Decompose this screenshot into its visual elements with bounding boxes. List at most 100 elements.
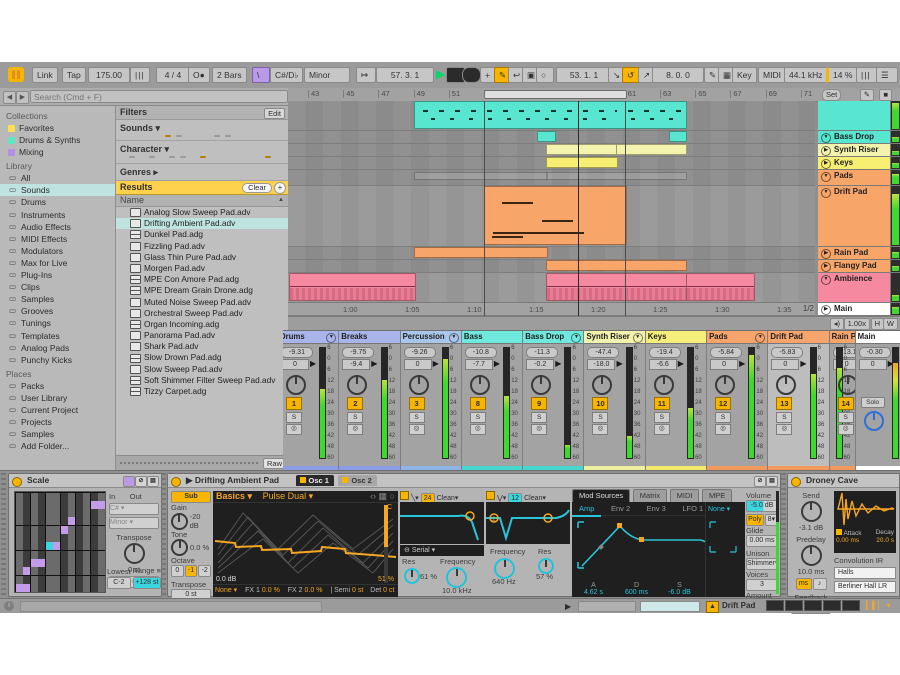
quantize-menu[interactable]: 2 Bars bbox=[212, 67, 247, 83]
scale-grid-cell[interactable] bbox=[61, 493, 68, 501]
scale-grid-cell[interactable] bbox=[31, 542, 38, 550]
ms-toggle[interactable]: ms bbox=[796, 578, 812, 590]
wavetable-device-title[interactable]: ▶ Drifting Ambient Pad Osc 1 Osc 2 ⊘ ▤ bbox=[168, 474, 780, 488]
unfold-icon[interactable]: ▼ bbox=[821, 172, 831, 182]
solo-button[interactable]: S bbox=[409, 412, 425, 423]
transpose-knob[interactable] bbox=[124, 543, 145, 564]
mixer-track-name[interactable]: Drift Pad▼ bbox=[768, 331, 828, 344]
scale-grid-cell[interactable] bbox=[68, 551, 75, 559]
unfold-icon[interactable]: ▶ bbox=[821, 305, 831, 315]
scale-grid-cell[interactable] bbox=[83, 493, 90, 501]
filter-tag[interactable] bbox=[238, 156, 242, 158]
tab-mod-sources[interactable]: Mod Sources bbox=[572, 489, 630, 502]
scale-grid-cell[interactable] bbox=[46, 501, 53, 509]
peak-level[interactable]: -19.4 bbox=[649, 347, 681, 358]
key-map-button[interactable]: Key bbox=[732, 67, 757, 83]
scale-grid-cell[interactable] bbox=[91, 584, 98, 592]
glide-value[interactable]: 0.00 ms bbox=[746, 535, 778, 547]
track-lane[interactable] bbox=[288, 170, 815, 186]
scale-grid-cell[interactable] bbox=[68, 534, 75, 542]
speaker-icon[interactable]: ◂) bbox=[830, 318, 844, 330]
track-activator[interactable]: 8 bbox=[470, 397, 486, 410]
volume-field[interactable]: -9.4 bbox=[342, 359, 370, 370]
fx1-value[interactable]: 0.0 % bbox=[262, 587, 280, 594]
scale-grid-cell[interactable] bbox=[31, 559, 38, 567]
pan-knob[interactable] bbox=[715, 375, 735, 395]
scale-grid-cell[interactable] bbox=[98, 567, 105, 575]
sustain-value[interactable]: -6.0 dB bbox=[658, 589, 701, 596]
clip[interactable] bbox=[616, 144, 687, 155]
fader-handle[interactable]: ▶ bbox=[739, 359, 745, 368]
loop-brace[interactable] bbox=[484, 90, 627, 99]
collection-item[interactable]: Drums & Synths bbox=[0, 134, 115, 146]
zoom-scroller[interactable] bbox=[578, 601, 636, 612]
menu-icon[interactable]: ☰ bbox=[876, 67, 898, 83]
clip[interactable] bbox=[546, 260, 687, 271]
mixer-track-name[interactable]: Synth Riser▼ bbox=[584, 331, 644, 344]
scale-grid-cell[interactable] bbox=[76, 584, 83, 592]
detune-value[interactable]: 0 ct bbox=[383, 587, 394, 594]
filter2-toggle[interactable] bbox=[486, 491, 495, 500]
track-activator[interactable]: 2 bbox=[347, 397, 363, 410]
range-value[interactable]: +128 st bbox=[133, 577, 161, 589]
filter1-curve[interactable] bbox=[400, 502, 484, 544]
tab-mpe[interactable]: MPE bbox=[702, 489, 732, 502]
scale-grid-cell[interactable] bbox=[68, 493, 75, 501]
group-unfold-icon[interactable]: ▼ bbox=[633, 333, 643, 343]
track-header[interactable]: ▶Main bbox=[818, 303, 900, 316]
track-header[interactable]: ▶Keys bbox=[818, 157, 900, 170]
follow-button[interactable]: ↦ bbox=[356, 67, 376, 83]
filter-tag[interactable] bbox=[256, 156, 260, 158]
track-lane[interactable] bbox=[288, 273, 815, 303]
peak-level[interactable]: -5.83 bbox=[771, 347, 803, 358]
scale-grid-cell[interactable] bbox=[38, 559, 45, 567]
mixer-track-name[interactable]: Bass Drop▼ bbox=[523, 331, 583, 344]
scale-grid-cell[interactable] bbox=[68, 584, 75, 592]
send-value[interactable]: -3.1 dB bbox=[791, 523, 831, 532]
scale-grid-cell[interactable] bbox=[31, 526, 38, 534]
filter-tag[interactable] bbox=[176, 135, 182, 137]
filter-tag[interactable] bbox=[140, 156, 144, 158]
scale-grid-cell[interactable] bbox=[53, 501, 60, 509]
solo-button[interactable]: Solo bbox=[861, 397, 885, 408]
scale-grid-cell[interactable] bbox=[53, 509, 60, 517]
library-item[interactable]: ▭Punchy Kicks bbox=[0, 354, 115, 366]
scale-grid-cell[interactable] bbox=[46, 576, 53, 584]
mixer-track-name[interactable]: Percussion▼ bbox=[401, 331, 461, 344]
pan-knob[interactable] bbox=[776, 375, 796, 395]
filter2-res-value[interactable]: 57 % bbox=[536, 572, 553, 581]
scale-grid-cell[interactable] bbox=[16, 567, 23, 575]
track-lane[interactable] bbox=[288, 260, 815, 273]
filter-tag[interactable] bbox=[205, 135, 209, 137]
scale-grid-cell[interactable] bbox=[23, 526, 30, 534]
scale-grid-cell[interactable] bbox=[38, 501, 45, 509]
scale-grid-cell[interactable] bbox=[61, 567, 68, 575]
env-tab-env3[interactable]: Env 3 bbox=[640, 502, 673, 515]
scale-grid-cell[interactable] bbox=[61, 517, 68, 525]
mixer-track-name[interactable]: Rain Pad▼ bbox=[830, 331, 855, 344]
scale-grid-cell[interactable] bbox=[46, 509, 53, 517]
scale-grid-cell[interactable] bbox=[83, 584, 90, 592]
group-unfold-icon[interactable]: ▼ bbox=[326, 333, 336, 343]
scale-grid-cell[interactable] bbox=[38, 567, 45, 575]
scale-grid-cell[interactable] bbox=[46, 551, 53, 559]
monitor-button[interactable]: ◎ bbox=[470, 424, 486, 435]
sub-tone-value[interactable]: 0.0 % bbox=[190, 543, 209, 552]
scale-grid-cell[interactable] bbox=[23, 509, 30, 517]
wavetable-position-value[interactable]: 51 % bbox=[378, 576, 394, 583]
scale-grid-cell[interactable] bbox=[46, 534, 53, 542]
capture-midi-button[interactable]: ○ bbox=[536, 67, 554, 83]
peak-level[interactable]: -5.84 bbox=[710, 347, 742, 358]
filter-tag[interactable] bbox=[200, 156, 206, 158]
filter1-circuit[interactable]: Clean bbox=[437, 495, 455, 502]
scale-grid-cell[interactable] bbox=[53, 534, 60, 542]
scale-grid-cell[interactable] bbox=[46, 542, 53, 550]
scale-grid-cell[interactable] bbox=[38, 517, 45, 525]
solo-button[interactable]: S bbox=[776, 412, 792, 423]
fader-handle[interactable]: ▶ bbox=[433, 359, 439, 368]
filter-tag[interactable] bbox=[220, 156, 224, 158]
volume-field[interactable]: -18.0 bbox=[587, 359, 615, 370]
file-row[interactable]: Tizzy Carpet.adg bbox=[116, 386, 288, 397]
track-activator[interactable]: 11 bbox=[654, 397, 670, 410]
library-item[interactable]: ▭Drums bbox=[0, 196, 115, 208]
